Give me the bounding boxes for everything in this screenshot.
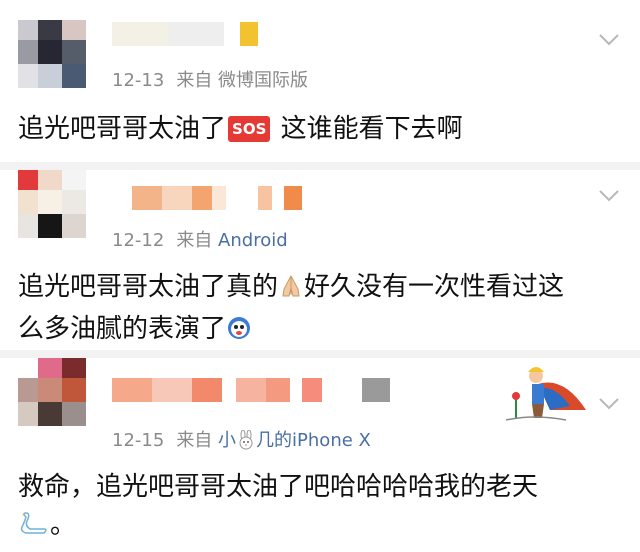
comment-text: 追光吧哥哥太油了 SOS 这谁能看下去啊 (18, 114, 463, 144)
little-prince-figure (504, 358, 590, 424)
chevron-down-icon[interactable] (596, 390, 622, 416)
source-prefix: 来自 (176, 430, 213, 451)
username-mosaic[interactable] (112, 186, 312, 210)
username-mosaic[interactable] (112, 378, 402, 402)
comment-text: 追光吧哥哥太油了真的 好久没有一次性看过这 么多油腻的表演了 (18, 268, 622, 352)
comment-1: 12-13 来自 微博国际版 追光吧哥哥太油了 SOS 这谁能看下去啊 (0, 0, 640, 162)
comment-meta: 12-15 来自 小几的iPhone X (112, 426, 371, 455)
dizzy-face-emoji (226, 314, 252, 352)
source-label[interactable]: 小几的iPhone X (218, 429, 371, 451)
source-label[interactable]: Android (218, 230, 288, 251)
comment-2: 12-12 来自 Android 追光吧哥哥太油了真的 好久没有一次性看过这 么多油… (0, 170, 640, 350)
pray-emoji (278, 272, 304, 310)
comment-meta: 12-13 来自 微博国际版 (112, 66, 308, 92)
comment-meta: 12-12 来自 Android (112, 226, 288, 252)
comment-3: 12-15 来自 小几的iPhone X 救命，追光吧哥哥太油了吧哈哈哈哈我的老天… (0, 358, 640, 552)
timestamp: 12-12 (112, 230, 165, 251)
chevron-down-icon[interactable] (596, 26, 622, 52)
timestamp: 12-15 (112, 430, 165, 451)
avatar[interactable] (18, 358, 86, 426)
rabbit-emoji (236, 429, 256, 455)
divider (0, 162, 640, 170)
username-mosaic[interactable] (112, 22, 272, 46)
avatar[interactable] (18, 20, 86, 88)
divider (0, 350, 640, 358)
avatar[interactable] (18, 170, 86, 238)
sos-badge: SOS (228, 116, 271, 142)
chevron-down-icon[interactable] (596, 182, 622, 208)
timestamp: 12-13 (112, 70, 165, 91)
comment-text: 救命，追光吧哥哥太油了吧哈哈哈哈我的老天 。 (18, 468, 622, 548)
swan-emoji (18, 510, 50, 548)
source-label: 来自 微博国际版 (176, 70, 309, 91)
source-prefix: 来自 (176, 230, 213, 251)
